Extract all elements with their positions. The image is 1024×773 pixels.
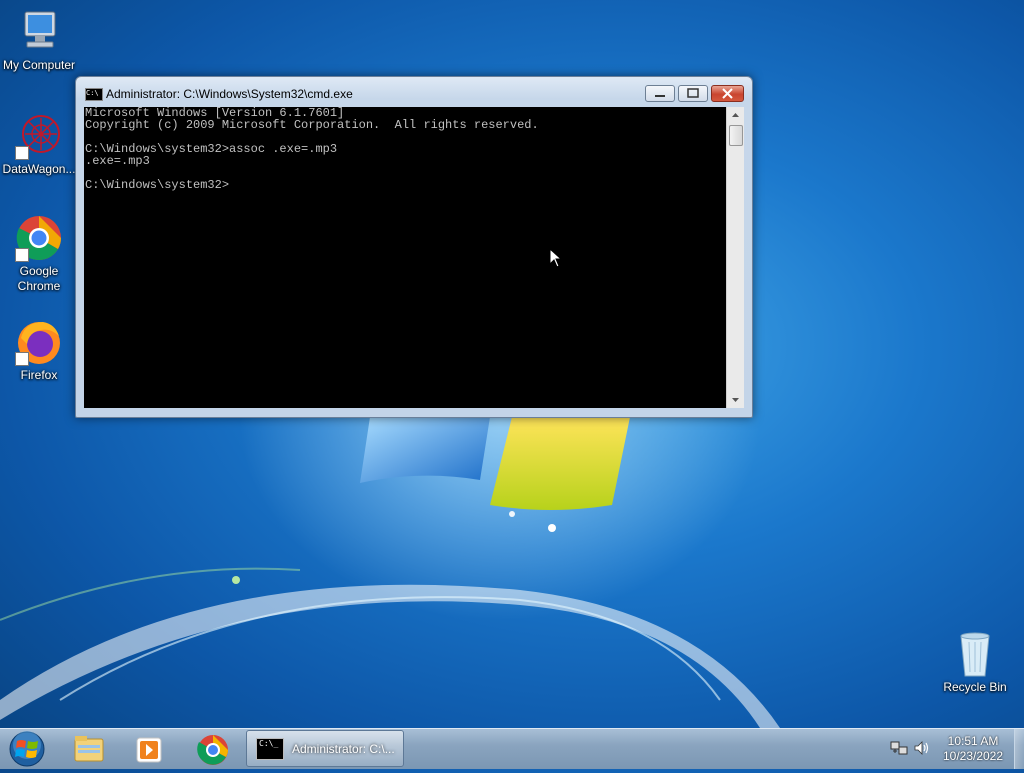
network-icon[interactable] bbox=[890, 740, 908, 756]
arrow-down-icon bbox=[732, 398, 739, 402]
console-prompt-line[interactable]: C:\Windows\system32> bbox=[85, 179, 726, 191]
clock-time: 10:51 AM bbox=[947, 734, 999, 748]
show-desktop-button[interactable] bbox=[1014, 729, 1024, 769]
shortcut-arrow-icon bbox=[15, 146, 29, 160]
recycle-bin-icon bbox=[951, 630, 999, 678]
cmd-icon: C:\_ bbox=[256, 738, 284, 760]
datawagon-icon bbox=[15, 112, 63, 160]
chrome-icon bbox=[197, 735, 228, 765]
desktop-icon-label: Google Chrome bbox=[17, 264, 61, 293]
taskbar-task-cmd[interactable]: C:\_ Administrator: C:\... bbox=[246, 730, 404, 767]
desktop: My Computer DataWagon... Google Chrome F… bbox=[0, 0, 1024, 728]
taskbar: C:\_ Administrator: C:\... 10:51 AM 10/2… bbox=[0, 728, 1024, 769]
minimize-icon bbox=[655, 95, 665, 97]
system-clock[interactable]: 10:51 AM 10/23/2022 bbox=[935, 734, 1011, 764]
mouse-cursor-icon bbox=[549, 248, 561, 268]
chrome-icon bbox=[15, 214, 63, 262]
cmd-title-bar[interactable]: C:\ Administrator: C:\Windows\System32\c… bbox=[76, 77, 752, 107]
desktop-icon-my-computer[interactable]: My Computer bbox=[0, 8, 78, 73]
maximize-icon bbox=[687, 88, 699, 98]
desktop-icon-label: My Computer bbox=[2, 58, 76, 72]
console-line: Copyright (c) 2009 Microsoft Corporation… bbox=[85, 118, 539, 132]
shortcut-arrow-icon bbox=[15, 352, 29, 366]
desktop-icon-label: Recycle Bin bbox=[943, 680, 1007, 694]
desktop-icon-label: Firefox bbox=[20, 368, 58, 382]
scroll-up-button[interactable] bbox=[727, 107, 744, 124]
computer-icon bbox=[15, 8, 63, 56]
desktop-icon-label: DataWagon... bbox=[2, 162, 76, 176]
volume-icon[interactable] bbox=[913, 740, 931, 756]
desktop-icon-recycle-bin[interactable]: Recycle Bin bbox=[936, 630, 1014, 695]
clock-date: 10/23/2022 bbox=[942, 749, 1004, 763]
start-button[interactable] bbox=[4, 730, 50, 768]
close-button[interactable] bbox=[711, 85, 744, 102]
console-line: .exe=.mp3 bbox=[85, 154, 150, 168]
desktop-icon-google-chrome[interactable]: Google Chrome bbox=[0, 214, 78, 294]
media-player-icon bbox=[136, 737, 162, 763]
cmd-window[interactable]: C:\ Administrator: C:\Windows\System32\c… bbox=[75, 76, 753, 418]
scroll-down-button[interactable] bbox=[727, 391, 744, 408]
maximize-button[interactable] bbox=[678, 85, 708, 102]
file-explorer-icon bbox=[74, 736, 104, 762]
console-output[interactable]: Microsoft Windows [Version 6.1.7601] Cop… bbox=[84, 107, 726, 408]
desktop-icon-firefox[interactable]: Firefox bbox=[0, 318, 78, 383]
windows-logo-icon bbox=[9, 731, 45, 767]
taskbar-task-label: Administrator: C:\... bbox=[292, 742, 395, 756]
cmd-app-icon: C:\ bbox=[85, 88, 103, 101]
taskbar-pin-file-explorer[interactable] bbox=[62, 731, 116, 767]
taskbar-pin-media-player[interactable] bbox=[122, 731, 176, 767]
vertical-scrollbar[interactable] bbox=[726, 107, 744, 408]
minimize-button[interactable] bbox=[645, 85, 675, 102]
scroll-thumb[interactable] bbox=[729, 125, 743, 146]
shortcut-arrow-icon bbox=[15, 248, 29, 262]
console-line: C:\Windows\system32>assoc .exe=.mp3 bbox=[85, 142, 338, 156]
arrow-up-icon bbox=[732, 113, 739, 117]
desktop-icon-datawagon[interactable]: DataWagon... bbox=[0, 112, 78, 177]
cmd-window-title: Administrator: C:\Windows\System32\cmd.e… bbox=[106, 87, 353, 101]
firefox-icon bbox=[15, 318, 63, 366]
close-icon bbox=[722, 88, 733, 99]
taskbar-pin-chrome[interactable] bbox=[186, 731, 240, 767]
